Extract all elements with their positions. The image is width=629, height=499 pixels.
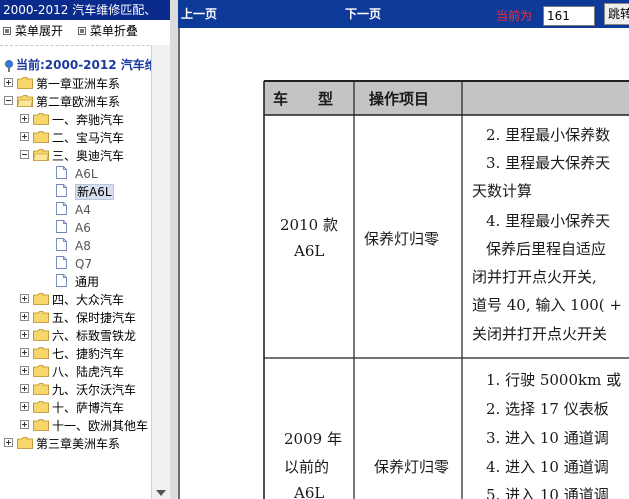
folder-icon xyxy=(33,364,49,377)
row1-model-line1: 2010 款 xyxy=(280,216,338,234)
tree-brand-volvo[interactable]: 九、沃尔沃汽车 xyxy=(20,380,136,398)
tree-brand-landrover[interactable]: 八、陆虎汽车 xyxy=(20,362,124,380)
row2-line: 3. 进入 10 通道调 xyxy=(486,429,609,447)
row2-model-line3: A6L xyxy=(294,484,325,499)
row1-line: 2. 里程最小保养数 xyxy=(486,126,611,144)
collapse-icon xyxy=(77,26,86,35)
expand-toggle-icon[interactable] xyxy=(20,348,29,357)
location-pin-icon xyxy=(5,59,13,72)
divider xyxy=(0,45,170,46)
expand-toggle-icon[interactable] xyxy=(20,384,29,393)
folder-icon xyxy=(33,328,49,341)
tree-brand-other-europe[interactable]: 十一、欧洲其他车 xyxy=(20,416,148,434)
row1-model-line2: A6L xyxy=(294,242,325,260)
expand-toggle-icon[interactable] xyxy=(20,114,29,123)
tree-model-a8[interactable]: A8 xyxy=(56,236,91,254)
folder-icon xyxy=(17,76,33,89)
current-location: 当前:2000-2012 汽车维 xyxy=(4,56,157,74)
tree-model-general[interactable]: 通用 xyxy=(56,272,99,290)
tree-scrollbar[interactable] xyxy=(151,45,170,499)
tree-model-q7[interactable]: Q7 xyxy=(56,254,92,272)
expand-toggle-icon[interactable] xyxy=(20,132,29,141)
document-icon xyxy=(56,184,67,197)
tree-brand-porsche[interactable]: 五、保时捷汽车 xyxy=(20,308,136,326)
jump-button[interactable]: 跳转 xyxy=(604,3,629,25)
document-icon xyxy=(56,202,67,215)
tree-brand-vw[interactable]: 四、大众汽车 xyxy=(20,290,124,308)
row2-line: 2. 选择 17 仪表板 xyxy=(486,400,609,418)
folder-icon xyxy=(33,310,49,323)
header-model: 车 型 xyxy=(273,90,334,108)
tree-brand-benz[interactable]: 一、奔驰汽车 xyxy=(20,110,124,128)
folder-icon xyxy=(33,112,49,125)
row1-line: 天数计算 xyxy=(472,182,533,200)
row2-model-line1: 2009 年 xyxy=(284,430,342,448)
row2-operation: 保养灯归零 xyxy=(374,458,450,476)
row1-line: 道号 40, 输入 100( + xyxy=(472,296,622,314)
tree-model-a6[interactable]: A6 xyxy=(56,218,91,236)
app-title: 2000-2012 汽车维修匹配、 xyxy=(0,0,170,20)
folder-icon xyxy=(33,292,49,305)
tree-chapter-america[interactable]: 第三章美洲车系 xyxy=(4,434,120,452)
tree-model-a6l[interactable]: A6L xyxy=(56,164,98,182)
row2-line: 4. 进入 10 通道调 xyxy=(486,458,609,476)
document-icon xyxy=(56,238,67,251)
folder-icon xyxy=(33,400,49,413)
document-icon xyxy=(56,274,67,287)
current-page-label: 当前为 xyxy=(496,9,533,23)
tree-model-a4[interactable]: A4 xyxy=(56,200,91,218)
expand-toggle-icon[interactable] xyxy=(20,294,29,303)
document-icon xyxy=(56,256,67,269)
collapse-menu-button[interactable]: 菜单折叠 xyxy=(77,22,138,40)
row1-line: 关闭并打开点火开关 xyxy=(472,325,608,343)
row1-line: 3. 里程最大保养天 xyxy=(486,154,611,172)
row1-line: 4. 里程最小保养天 xyxy=(486,212,611,230)
expand-toggle-icon[interactable] xyxy=(20,420,29,429)
row2-line: 1. 行驶 5000km 或 xyxy=(486,371,622,389)
selected-tree-label: 新A6L xyxy=(75,183,114,200)
expand-toggle-icon[interactable] xyxy=(20,402,29,411)
prev-page-button[interactable]: 上一页 xyxy=(181,6,217,22)
expand-menu-button[interactable]: 菜单展开 xyxy=(3,22,63,40)
navigation-panel: 2000-2012 汽车维修匹配、 菜单展开 菜单折叠 当前:2000-2012… xyxy=(0,0,170,499)
tree-model-new-a6l[interactable]: 新A6L xyxy=(56,182,114,200)
tree-brand-bmw[interactable]: 二、宝马汽车 xyxy=(20,128,124,146)
tree-brand-psa[interactable]: 六、标致雪铁龙 xyxy=(20,326,136,344)
document-page: 车 型 操作项目 2010 款 A6L 保养灯归零 2. 里程最小保养数 3. … xyxy=(180,28,629,499)
open-folder-icon xyxy=(33,148,49,161)
folder-icon xyxy=(33,346,49,359)
folder-icon xyxy=(33,382,49,395)
expand-toggle-icon[interactable] xyxy=(20,312,29,321)
expand-toggle-icon[interactable] xyxy=(20,330,29,339)
open-folder-icon xyxy=(17,94,33,107)
document-icon xyxy=(56,220,67,233)
row1-operation: 保养灯归零 xyxy=(364,230,440,248)
tree-chapter-europe[interactable]: 第二章欧洲车系 xyxy=(4,92,120,110)
row2-model-line2: 以前的 xyxy=(284,458,330,476)
header-operation: 操作项目 xyxy=(369,90,430,108)
folder-icon xyxy=(17,436,33,449)
tree-brand-saab[interactable]: 十、萨博汽车 xyxy=(20,398,124,416)
row1-line: 闭并打开点火开关, xyxy=(472,268,597,286)
folder-icon xyxy=(33,418,49,431)
collapse-toggle-icon[interactable] xyxy=(4,96,13,105)
tree-chapter-asia[interactable]: 第一章亚洲车系 xyxy=(4,74,120,92)
row2-line: 5. 进入 10 通道调 xyxy=(486,486,609,499)
tree-brand-jaguar[interactable]: 七、捷豹汽车 xyxy=(20,344,124,362)
document-icon xyxy=(56,166,67,179)
tree-brand-audi[interactable]: 三、奥迪汽车 xyxy=(20,146,124,164)
expand-toggle-icon[interactable] xyxy=(20,366,29,375)
collapse-toggle-icon[interactable] xyxy=(20,150,29,159)
scroll-down-icon[interactable] xyxy=(156,490,166,496)
menu-actions: 菜单展开 菜单折叠 xyxy=(0,22,170,40)
expand-toggle-icon[interactable] xyxy=(4,78,13,87)
expand-icon xyxy=(3,26,11,35)
row1-line: 保养后里程自适应 xyxy=(486,240,607,258)
expand-toggle-icon[interactable] xyxy=(4,438,13,447)
next-page-button[interactable]: 下一页 xyxy=(345,6,381,22)
page-number-input[interactable] xyxy=(543,6,595,26)
folder-icon xyxy=(33,130,49,143)
panel-border xyxy=(170,0,178,499)
